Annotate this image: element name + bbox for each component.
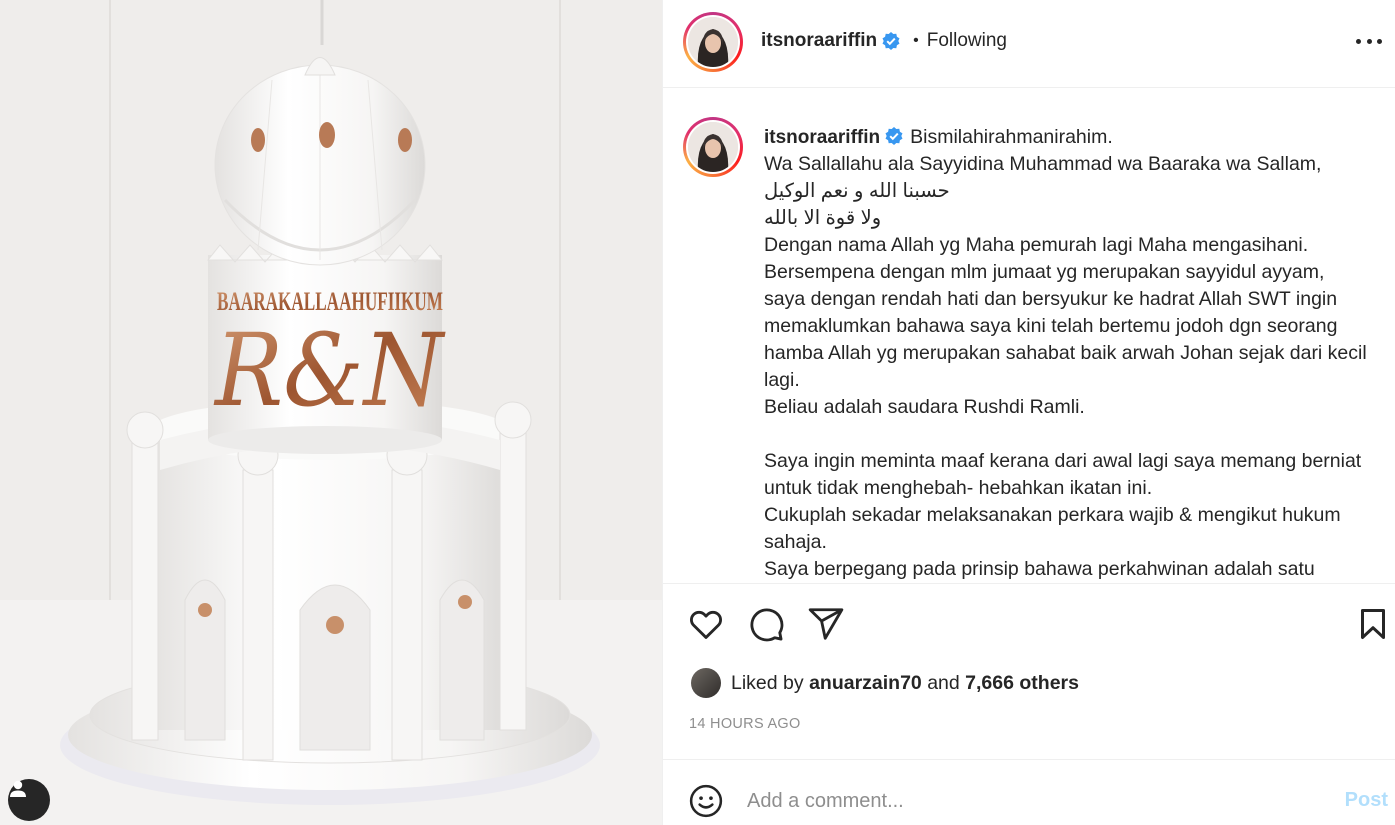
cake-illustration: BAARAKALLAAHUFIIKUM R&N: [0, 0, 662, 825]
caption-author-avatar[interactable]: [683, 117, 743, 177]
post-timestamp[interactable]: 14 HOURS AGO: [689, 716, 801, 732]
liker-avatar[interactable]: [691, 668, 721, 698]
post-image[interactable]: BAARAKALLAAHUFIIKUM R&N: [0, 0, 662, 825]
topper-text-line2: R&N: [213, 312, 446, 429]
author-username[interactable]: itsnoraariffin: [761, 30, 877, 52]
caption-text: itsnoraariffin Bismilahirahmanirahim. Wa …: [764, 124, 1386, 583]
comment-icon[interactable]: [747, 605, 785, 643]
verified-badge-icon: [885, 127, 903, 145]
avatar-image: [688, 122, 738, 172]
caption-body: Bismilahirahmanirahim. Wa Sallallahu ala…: [764, 126, 1367, 580]
caption-section: itsnoraariffin Bismilahirahmanirahim. Wa …: [663, 89, 1395, 584]
author-avatar[interactable]: [683, 12, 743, 72]
following-button[interactable]: Following: [927, 30, 1007, 52]
post-header: itsnoraariffin • Following: [663, 0, 1395, 88]
emoji-icon[interactable]: [689, 784, 723, 818]
likes-summary: Liked by anuarzain70 and 7,666 others: [691, 668, 1079, 698]
heart-icon[interactable]: [687, 605, 725, 643]
more-options-icon[interactable]: [1354, 29, 1384, 53]
post-comment-button[interactable]: Post: [1345, 789, 1388, 812]
action-bar: [663, 585, 1395, 663]
likes-joiner: and: [927, 671, 960, 694]
share-icon[interactable]: [807, 605, 845, 643]
user-tag-icon: [10, 780, 26, 797]
caption-username[interactable]: itsnoraariffin: [764, 127, 880, 148]
avatar-image: [688, 17, 738, 67]
post-details-panel: itsnoraariffin • Following itsnoraariffi…: [662, 0, 1395, 825]
user-tag-button[interactable]: [8, 779, 50, 821]
bookmark-icon[interactable]: [1355, 605, 1391, 643]
likes-prefix: Liked by: [731, 671, 804, 694]
verified-badge-icon: [882, 32, 900, 50]
liker-username[interactable]: anuarzain70: [809, 672, 922, 695]
likes-count[interactable]: 7,666 others: [965, 672, 1079, 695]
separator-dot: •: [913, 32, 919, 49]
comment-input[interactable]: [747, 782, 1307, 820]
comment-bar: Post: [663, 759, 1395, 825]
